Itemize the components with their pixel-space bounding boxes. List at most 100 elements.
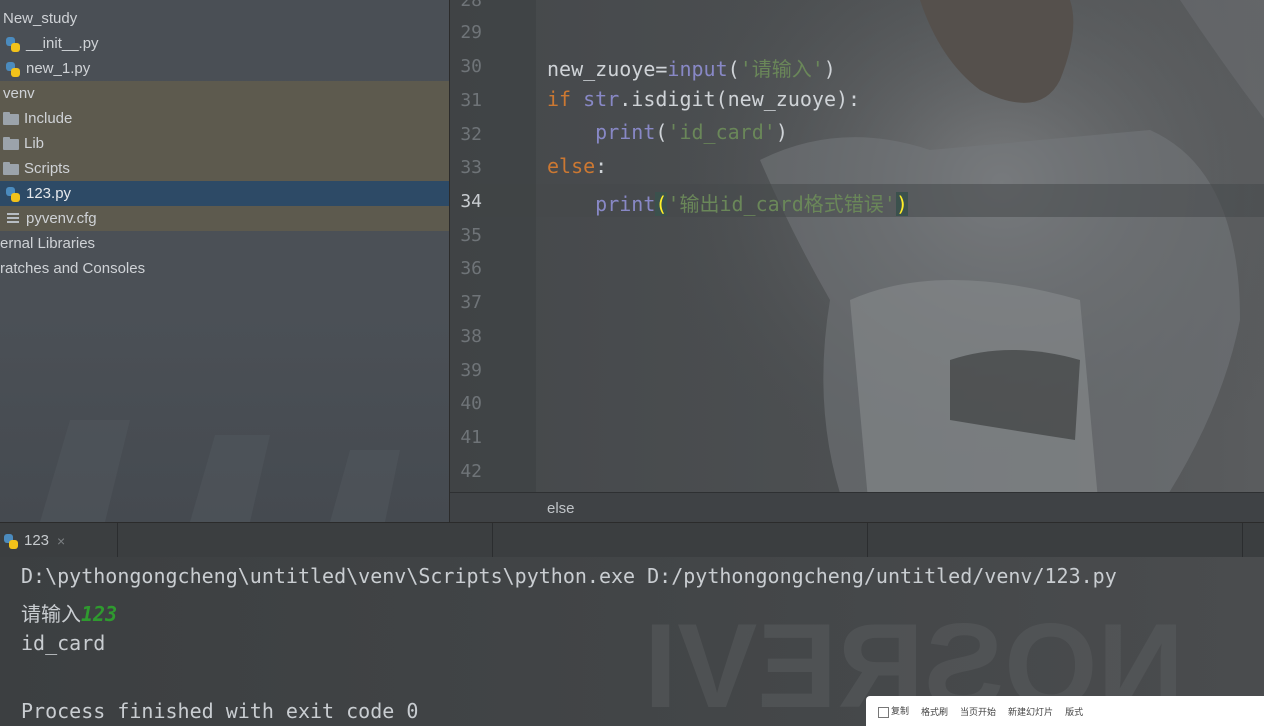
line-number: 29 xyxy=(460,22,482,43)
tab-divider xyxy=(1242,523,1243,558)
code-token: ( xyxy=(727,57,740,81)
python-file-icon xyxy=(4,61,22,77)
code-token: ) xyxy=(823,57,836,81)
tree-item-label: __init__.py xyxy=(26,35,99,52)
console-prompt-text: 请输入 xyxy=(21,602,81,626)
line-number-active: 34 xyxy=(460,191,482,212)
run-tool-window-tabs: 123 × xyxy=(0,522,1264,558)
code-token: : xyxy=(595,154,608,178)
line-number: 36 xyxy=(460,258,482,279)
tree-item-new-study[interactable]: New_study xyxy=(0,6,449,31)
tree-item-include[interactable]: Include xyxy=(0,106,449,131)
line-number: 42 xyxy=(460,461,482,482)
line-number: 30 xyxy=(460,56,482,77)
overlay-item-label: 版式 xyxy=(1065,706,1084,717)
code-line-30[interactable]: new_zuoye=input('请输入') xyxy=(547,53,836,82)
tree-item-scripts[interactable]: Scripts xyxy=(0,156,449,181)
background-wallpaper xyxy=(40,420,400,522)
run-tab-label: 123 xyxy=(24,532,50,549)
line-number: 31 xyxy=(460,90,482,111)
tree-item-new-1-py[interactable]: new_1.py xyxy=(0,56,449,81)
line-number: 40 xyxy=(460,393,482,414)
tab-divider xyxy=(492,523,493,558)
code-token-builtin: input xyxy=(667,57,728,81)
overlay-item-label: 复制 xyxy=(891,706,910,717)
tree-item-label: New_study xyxy=(3,10,78,27)
tree-item-label: ratches and Consoles xyxy=(0,260,146,277)
line-number: 37 xyxy=(460,292,482,313)
line-number: 39 xyxy=(460,360,482,381)
console-user-input: 123 xyxy=(81,602,118,626)
close-icon[interactable]: × xyxy=(57,533,65,549)
line-number: 33 xyxy=(460,157,482,178)
overlay-item-label: 当页开始 xyxy=(960,706,997,717)
tree-item-label: venv xyxy=(3,85,35,102)
tree-item-label: new_1.py xyxy=(26,60,91,77)
tree-item-external-libraries[interactable]: ernal Libraries xyxy=(0,231,449,256)
overlay-toolbar-item[interactable]: 当页开始 xyxy=(960,705,996,718)
code-token-builtin: str xyxy=(583,87,620,111)
code-token-string: '输出id_card格式错误' xyxy=(667,192,896,216)
editor-breadcrumb[interactable]: else xyxy=(450,492,1264,522)
tree-item-pyvenv-cfg[interactable]: pyvenv.cfg xyxy=(0,206,449,231)
tree-item-123-py[interactable]: 123.py xyxy=(0,181,449,206)
folder-icon xyxy=(2,136,20,152)
code-token: ) xyxy=(775,120,788,144)
line-number: 35 xyxy=(460,225,482,246)
code-token-string: 'id_card' xyxy=(667,120,776,144)
console-prompt-line: 请输入123 xyxy=(21,598,117,627)
code-token-keyword: if xyxy=(547,87,572,111)
code-token: new_zuoye= xyxy=(547,57,668,81)
overlay-toolbar-item[interactable]: 新建幻灯片 xyxy=(1008,705,1053,718)
breadcrumb-item[interactable]: else xyxy=(547,500,575,517)
overlay-toolbar-item[interactable]: 版式 xyxy=(1065,705,1083,718)
line-number: 28 xyxy=(460,0,482,11)
code-token-string: '请输入' xyxy=(739,57,824,81)
line-number-gutter[interactable]: 28 29 30 31 32 33 34 35 36 37 38 39 40 4… xyxy=(450,0,536,492)
line-number: 38 xyxy=(460,326,482,347)
code-editor[interactable]: 28 29 30 31 32 33 34 35 36 37 38 39 40 4… xyxy=(449,0,1264,522)
console-output-line: id_card xyxy=(21,631,106,655)
copy-icon xyxy=(878,706,889,718)
overlay-item-label: 新建幻灯片 xyxy=(1008,706,1054,717)
python-file-icon xyxy=(2,533,20,549)
python-file-icon xyxy=(4,186,22,202)
matched-bracket: ) xyxy=(895,192,908,216)
folder-icon xyxy=(2,111,20,127)
tree-item-lib[interactable]: Lib xyxy=(0,131,449,156)
code-line-31[interactable]: if str.isdigit(new_zuoye): xyxy=(547,87,860,111)
tree-item-init-py[interactable]: __init__.py xyxy=(0,31,449,56)
matched-bracket: ( xyxy=(655,192,668,216)
folder-icon xyxy=(2,161,20,177)
tree-item-label: pyvenv.cfg xyxy=(26,210,97,227)
tree-item-venv[interactable]: venv xyxy=(0,81,449,106)
console-command-line: D:\pythongongcheng\untitled\venv\Scripts… xyxy=(21,564,1117,588)
tree-item-scratches[interactable]: ratches and Consoles xyxy=(0,256,449,281)
code-line-33[interactable]: else: xyxy=(547,154,607,178)
overlay-toolbar: 复制 格式刷 当页开始 新建幻灯片 版式 xyxy=(866,696,1264,726)
overlay-item-label: 格式刷 xyxy=(921,706,949,717)
tree-item-label: Scripts xyxy=(24,160,70,177)
config-file-icon xyxy=(4,211,22,227)
code-line-32[interactable]: print('id_card') xyxy=(547,120,788,144)
python-file-icon xyxy=(4,36,22,52)
code-token-builtin: print xyxy=(595,120,656,144)
tree-item-label: ernal Libraries xyxy=(0,235,96,252)
console-exit-line: Process finished with exit code 0 xyxy=(21,699,419,723)
code-token: .isdigit(new_zuoye): xyxy=(619,87,861,111)
code-line-34[interactable]: print('输出id_card格式错误') xyxy=(547,188,908,217)
project-panel: New_study __init__.py new_1.py venv Incl… xyxy=(0,0,449,522)
overlay-toolbar-item[interactable]: 格式刷 xyxy=(921,705,948,718)
tree-item-label: Include xyxy=(24,110,73,127)
code-token-builtin: print xyxy=(595,192,656,216)
overlay-toolbar-item[interactable]: 复制 xyxy=(878,704,910,718)
code-token: ( xyxy=(655,120,668,144)
line-number: 32 xyxy=(460,124,482,145)
code-token-keyword: else xyxy=(547,154,596,178)
run-tab-123[interactable]: 123 × xyxy=(0,523,118,558)
tree-item-label: 123.py xyxy=(26,185,72,202)
tree-item-label: Lib xyxy=(24,135,45,152)
tab-divider xyxy=(867,523,868,558)
